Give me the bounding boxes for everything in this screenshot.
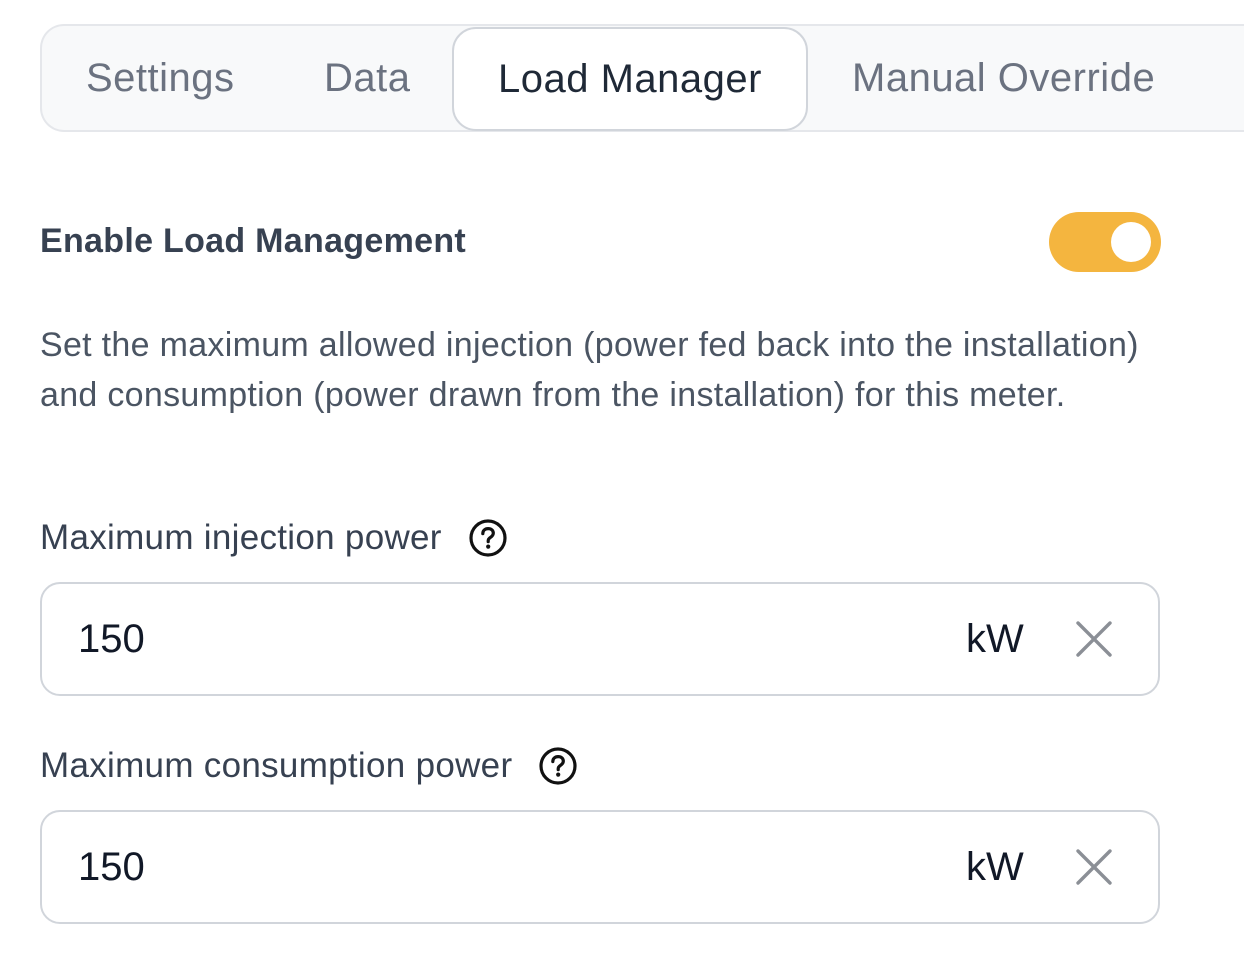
load-management-description: Set the maximum allowed injection (power…: [40, 326, 1139, 414]
tab-settings[interactable]: Settings: [86, 26, 235, 130]
question-circle-icon[interactable]: [468, 518, 508, 558]
tab-bar: Settings Data Load Manager Manual Overri…: [40, 24, 1244, 132]
close-icon[interactable]: [1072, 617, 1116, 661]
close-icon[interactable]: [1072, 845, 1116, 889]
injection-power-unit: kW: [966, 616, 1024, 661]
consumption-power-input-box: kW: [40, 810, 1160, 924]
injection-power-input-box: kW: [40, 582, 1160, 696]
enable-load-management-label: Enable Load Management: [40, 222, 467, 260]
tab-load-manager[interactable]: Load Manager: [452, 27, 808, 131]
enable-load-management-toggle[interactable]: [1049, 212, 1161, 272]
injection-power-label: Maximum injection power: [40, 518, 442, 557]
consumption-power-input[interactable]: [78, 812, 878, 922]
consumption-power-field-label: Maximum consumption power: [40, 746, 578, 786]
tab-data[interactable]: Data: [324, 26, 411, 130]
question-circle-icon[interactable]: [538, 746, 578, 786]
injection-power-field-label: Maximum injection power: [40, 518, 508, 558]
consumption-power-unit: kW: [966, 844, 1024, 889]
tab-manual-override[interactable]: Manual Override: [852, 26, 1155, 130]
load-manager-page: Settings Data Load Manager Manual Overri…: [0, 0, 1244, 976]
consumption-power-label: Maximum consumption power: [40, 746, 513, 785]
toggle-knob: [1111, 222, 1151, 262]
injection-power-input[interactable]: [78, 584, 878, 694]
